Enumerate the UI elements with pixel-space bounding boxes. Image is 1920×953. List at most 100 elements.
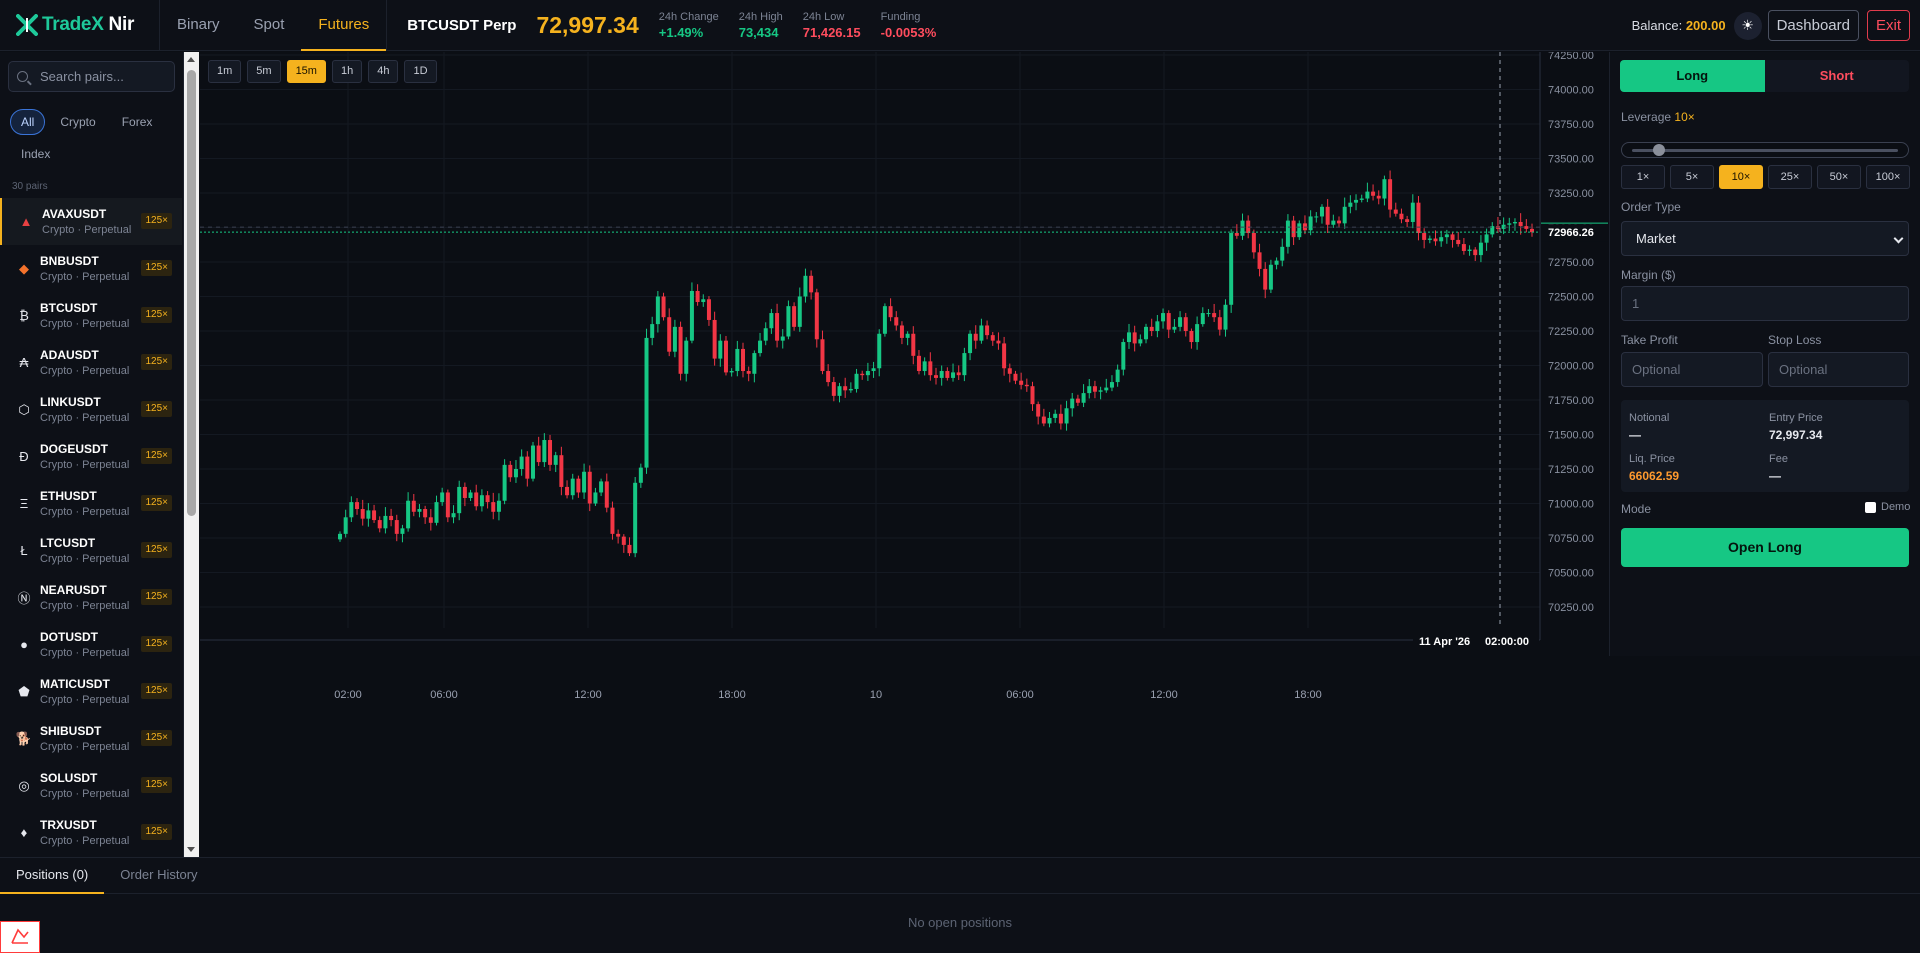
leverage-preset-50x[interactable]: 50× bbox=[1817, 165, 1861, 189]
timeframe-1m[interactable]: 1m bbox=[208, 60, 242, 83]
pair-item-btcusdt[interactable]: ₿ BTCUSDT Crypto · Perpetual 125× bbox=[0, 292, 182, 339]
filter-all[interactable]: All bbox=[10, 109, 46, 135]
open-long-button[interactable]: Open Long bbox=[1621, 528, 1909, 567]
scroll-down-arrow-icon[interactable] bbox=[187, 847, 195, 852]
nav-binary[interactable]: Binary bbox=[160, 0, 237, 51]
pair-item-dogeusdt[interactable]: Ð DOGEUSDT Crypto · Perpetual 125× bbox=[0, 433, 182, 480]
candle-body bbox=[462, 486, 467, 498]
brand-logo[interactable]: TradeX Nir bbox=[0, 0, 160, 51]
pair-item-ethusdt[interactable]: Ξ ETHUSDT Crypto · Perpetual 125× bbox=[0, 480, 182, 527]
candle-body bbox=[689, 290, 694, 341]
candlestick-chart[interactable]: 74250.00 74000.00 73750.00 73500.00 73250.00… bbox=[200, 52, 1608, 857]
btc-icon: ₿ bbox=[19, 308, 29, 323]
stop-loss-input[interactable] bbox=[1768, 352, 1909, 387]
candle-body bbox=[1433, 238, 1438, 242]
sidebar-scrollbar[interactable] bbox=[184, 52, 199, 857]
pair-category: Crypto · Perpetual bbox=[40, 835, 130, 847]
pair-item-adausdt[interactable]: ₳ ADAUSDT Crypto · Perpetual 125× bbox=[0, 339, 182, 386]
candle-body bbox=[1405, 219, 1410, 222]
max-leverage-badge: 125× bbox=[141, 495, 172, 511]
pair-item-dotusdt[interactable]: ● DOTUSDT Crypto · Perpetual 125× bbox=[0, 621, 182, 668]
dashboard-button[interactable]: Dashboard bbox=[1767, 10, 1859, 41]
candle-body bbox=[633, 482, 638, 554]
filter-crypto[interactable]: Crypto bbox=[49, 109, 106, 135]
pair-item-shibusdt[interactable]: 🐕 SHIBUSDT Crypto · Perpetual 125× bbox=[0, 715, 182, 762]
pair-item-ltcusdt[interactable]: Ł LTCUSDT Crypto · Perpetual 125× bbox=[0, 527, 182, 574]
leverage-preset-100x[interactable]: 100× bbox=[1866, 165, 1910, 189]
candle-body bbox=[457, 486, 462, 514]
order-type-select[interactable]: Market bbox=[1621, 221, 1909, 256]
tab-positions[interactable]: Positions (0) bbox=[0, 858, 105, 894]
candle-body bbox=[718, 340, 723, 359]
max-leverage-badge: 125× bbox=[141, 730, 172, 746]
long-tab[interactable]: Long bbox=[1620, 60, 1765, 92]
margin-input[interactable] bbox=[1621, 286, 1909, 321]
candle-body bbox=[1098, 390, 1103, 392]
pair-item-nearusdt[interactable]: Ⓝ NEARUSDT Crypto · Perpetual 125× bbox=[0, 574, 182, 621]
slider-thumb[interactable] bbox=[1653, 144, 1665, 156]
candle-body bbox=[1024, 384, 1029, 387]
leverage-preset-25x[interactable]: 25× bbox=[1768, 165, 1812, 189]
leverage-preset-1x[interactable]: 1× bbox=[1621, 165, 1665, 189]
mode-label: Mode bbox=[1621, 502, 1652, 516]
timeframe-4h[interactable]: 4h bbox=[368, 60, 399, 83]
time-axis-label: 02:00 bbox=[334, 689, 362, 701]
filter-forex[interactable]: Forex bbox=[111, 109, 164, 135]
bnb-icon: ◆ bbox=[19, 260, 29, 276]
scroll-thumb[interactable] bbox=[187, 70, 196, 516]
pair-item-bnbusdt[interactable]: ◆ BNBUSDT Crypto · Perpetual 125× bbox=[0, 245, 182, 292]
candle-body bbox=[775, 313, 780, 341]
pair-text: AVAXUSDT Crypto · Perpetual bbox=[42, 207, 131, 236]
shib-icon: 🐕 bbox=[15, 730, 33, 746]
candle-body bbox=[1422, 233, 1427, 240]
header-actions: Balance: 200.00 ☀ Dashboard Exit bbox=[1632, 10, 1910, 41]
tab-order-history[interactable]: Order History bbox=[104, 858, 213, 894]
pair-item-maticusdt[interactable]: ⬟ MATICUSDT Crypto · Perpetual 125× bbox=[0, 668, 182, 715]
timeframe-5m[interactable]: 5m bbox=[247, 60, 281, 83]
candle-body bbox=[1070, 398, 1075, 409]
candle-body bbox=[1053, 413, 1058, 418]
timeframe-15m[interactable]: 15m bbox=[286, 60, 326, 83]
pair-item-solusdt[interactable]: ◎ SOLUSDT Crypto · Perpetual 125× bbox=[0, 762, 182, 809]
scroll-up-arrow-icon[interactable] bbox=[187, 57, 195, 62]
positions-panel: Positions (0) Order History No open posit… bbox=[0, 857, 1920, 953]
ticker-stats: 24h Change +1.49% 24h High 73,434 24h Low 71,… bbox=[659, 11, 957, 40]
nav-spot[interactable]: Spot bbox=[237, 0, 302, 51]
max-leverage-badge: 125× bbox=[141, 213, 172, 229]
pair-category: Crypto · Perpetual bbox=[40, 459, 130, 471]
leverage-slider[interactable] bbox=[1621, 142, 1909, 158]
pair-item-avaxusdt[interactable]: ▲ AVAXUSDT Crypto · Perpetual 125× bbox=[0, 198, 182, 245]
candle-body bbox=[1461, 244, 1466, 251]
candle-body bbox=[905, 333, 910, 338]
timeframe-1h[interactable]: 1h bbox=[331, 60, 363, 83]
leverage-preset-5x[interactable]: 5× bbox=[1670, 165, 1714, 189]
leverage-preset-10x[interactable]: 10× bbox=[1719, 165, 1763, 189]
max-leverage-badge: 125× bbox=[141, 401, 172, 417]
pair-item-linkusdt[interactable]: ⬡ LINKUSDT Crypto · Perpetual 125× bbox=[0, 386, 182, 433]
price-chart[interactable]: 74250.00 74000.00 73750.00 73500.00 73250.00… bbox=[200, 52, 1608, 857]
candle-body bbox=[678, 326, 683, 374]
demo-checkbox[interactable] bbox=[1865, 501, 1876, 513]
search-input[interactable] bbox=[40, 69, 170, 84]
take-profit-input[interactable] bbox=[1621, 352, 1763, 387]
sun-icon[interactable]: ☀ bbox=[1733, 11, 1762, 40]
candle-body bbox=[349, 502, 354, 518]
candle-body bbox=[1280, 246, 1285, 261]
stat-funding: Funding -0.0053% bbox=[881, 11, 937, 40]
time-axis-label: 18:00 bbox=[718, 689, 746, 701]
short-tab[interactable]: Short bbox=[1764, 60, 1909, 92]
pair-category: Crypto · Perpetual bbox=[40, 318, 130, 330]
exit-button[interactable]: Exit bbox=[1866, 10, 1910, 41]
candle-body bbox=[1427, 238, 1432, 240]
candle-body bbox=[451, 513, 456, 518]
pair-symbol: DOGEUSDT bbox=[40, 442, 109, 456]
nav-futures[interactable]: Futures bbox=[301, 0, 387, 51]
filter-index[interactable]: Index bbox=[10, 141, 61, 167]
timeframe-1d[interactable]: 1D bbox=[404, 60, 437, 83]
demo-toggle[interactable]: Demo bbox=[1865, 501, 1910, 513]
pair-symbol: SOLUSDT bbox=[40, 771, 98, 785]
app-corner-icon[interactable] bbox=[0, 921, 40, 953]
pair-item-trxusdt[interactable]: ♦ TRXUSDT Crypto · Perpetual 125× bbox=[0, 809, 182, 856]
candle-body bbox=[1354, 199, 1359, 203]
candle-body bbox=[706, 299, 711, 320]
